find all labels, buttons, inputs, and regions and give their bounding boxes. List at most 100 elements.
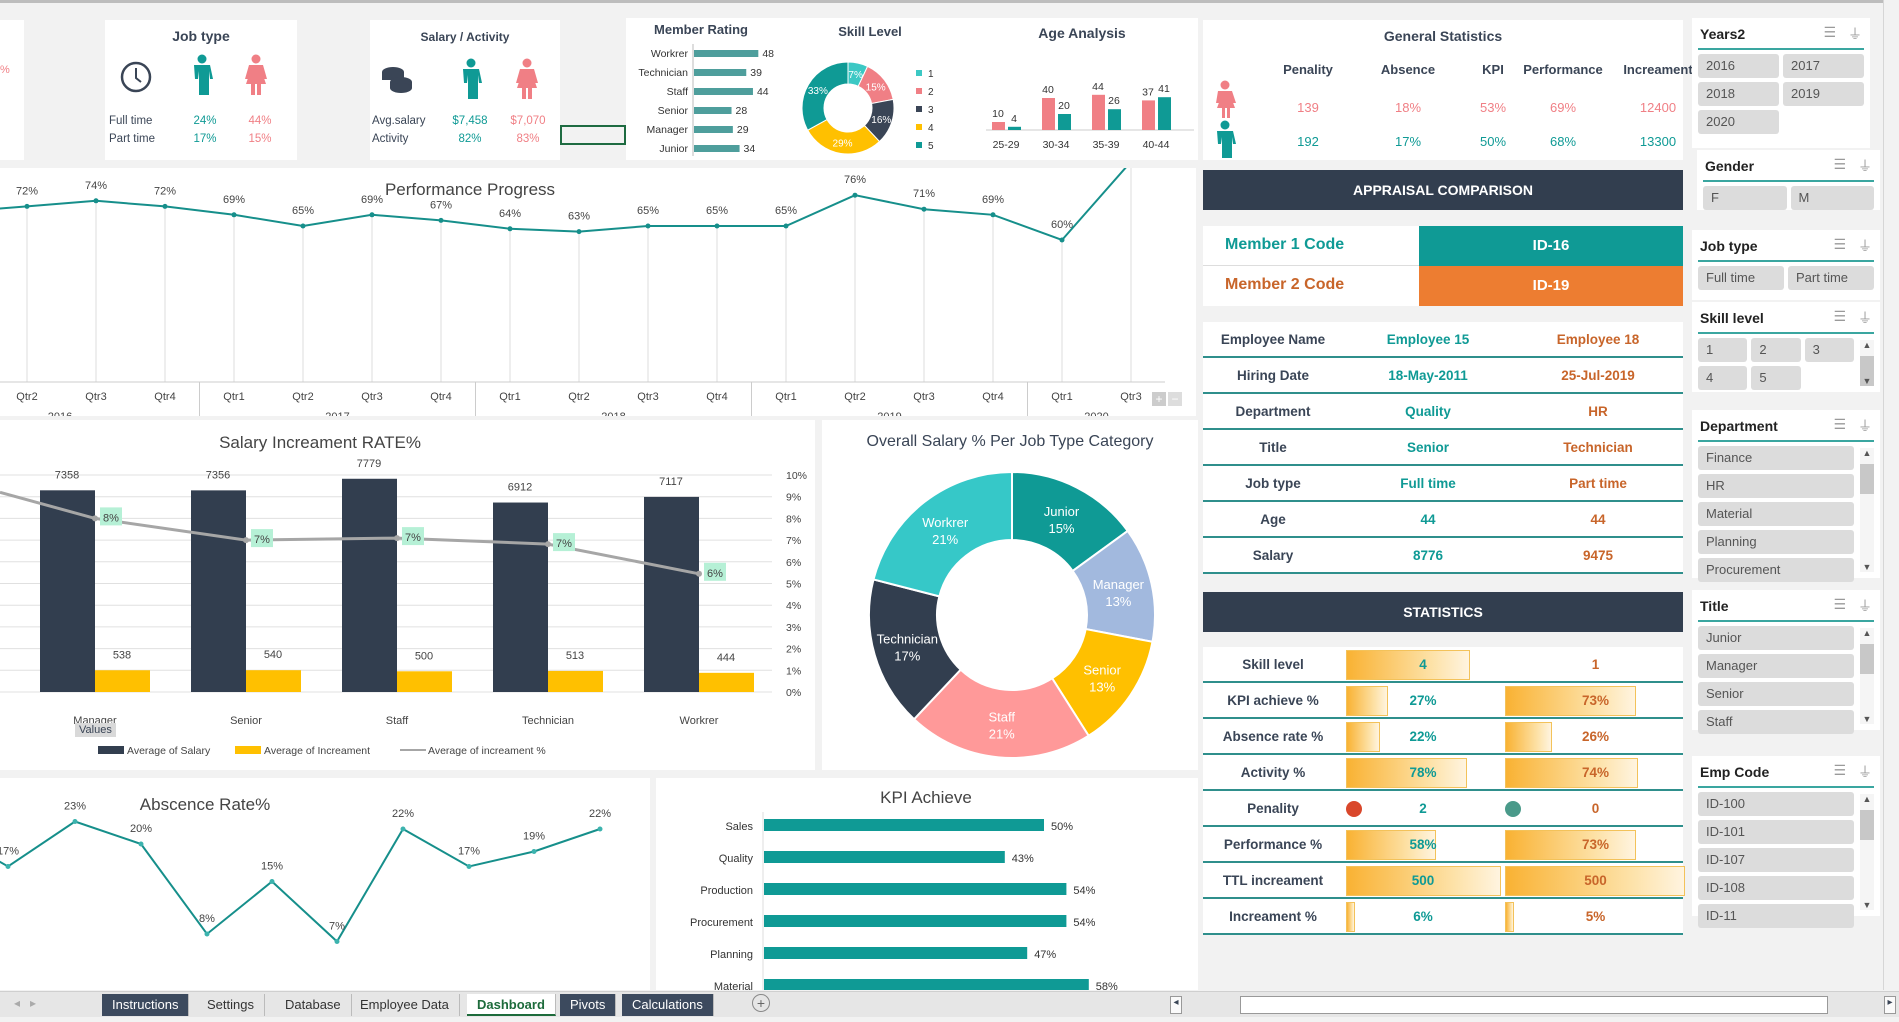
add-sheet-icon[interactable]: + — [752, 994, 770, 1012]
slicer-scrollbar[interactable]: ▲ ▼ — [1860, 448, 1874, 572]
member1-value: 58% — [1409, 837, 1437, 852]
tick-label: Qtr3 — [1120, 391, 1141, 403]
sheet-tab-employee-data[interactable]: Employee Data — [350, 994, 460, 1016]
sheet-tab-settings[interactable]: Settings — [197, 994, 265, 1016]
slicer-item[interactable]: Junior — [1698, 626, 1854, 650]
slicer-item[interactable]: Planning — [1698, 530, 1854, 554]
multi-select-icon[interactable]: ☰ — [1833, 236, 1846, 256]
scroll-up-icon[interactable]: ▲ — [1860, 340, 1874, 350]
slicer-scrollbar[interactable]: ▲ ▼ — [1860, 628, 1874, 724]
kpi-achieve-chart: KPI Achieve Sales 50% Quality 43% Production 5… — [690, 788, 1118, 993]
data-label: 10 — [992, 108, 1004, 120]
scroll-up-icon[interactable]: ▲ — [1860, 794, 1874, 804]
scroll-down-icon[interactable]: ▼ — [1860, 714, 1874, 724]
sheet-tab-database[interactable]: Database — [275, 994, 352, 1016]
row-label: KPI achieve % — [1227, 693, 1319, 708]
slicer-item[interactable]: 5 — [1751, 366, 1801, 390]
multi-select-icon[interactable]: ☰ — [1833, 762, 1846, 782]
slicer-title: Skill level — [1700, 310, 1764, 326]
data-label: 538 — [113, 649, 131, 661]
member2-code-input[interactable]: ID-19 — [1419, 266, 1683, 306]
clear-filter-icon[interactable]: ⏚ — [1858, 762, 1872, 782]
slicer-scrollbar[interactable]: ▲ ▼ — [1860, 794, 1874, 910]
scroll-down-icon[interactable]: ▼ — [1860, 376, 1874, 386]
scroll-up-icon[interactable]: ▲ — [1860, 628, 1874, 638]
slicer-scrollbar[interactable]: ▲ ▼ — [1860, 340, 1874, 386]
slicer-item[interactable]: 2016 — [1698, 54, 1779, 78]
slicer-item[interactable]: 2019 — [1783, 82, 1864, 106]
slicer-item[interactable]: ID-100 — [1698, 792, 1854, 816]
slicer-item[interactable]: ID-107 — [1698, 848, 1854, 872]
slicer-item[interactable]: Procurement — [1698, 558, 1854, 582]
legend-label: 4 — [928, 123, 934, 134]
statistics-row: Activity % 78% 74% — [1203, 755, 1683, 791]
scroll-thumb[interactable] — [1860, 810, 1874, 840]
slicer-item[interactable]: HR — [1698, 474, 1854, 498]
scroll-thumb[interactable] — [1860, 644, 1874, 674]
slicer-item[interactable]: 3 — [1804, 338, 1854, 362]
values-filter-button[interactable]: Values — [75, 723, 116, 737]
slicer-item[interactable]: 2018 — [1698, 82, 1779, 106]
clear-filter-icon[interactable]: ⏚ — [1848, 24, 1862, 44]
slicer-item[interactable]: Part time — [1788, 266, 1874, 290]
horizontal-scrollbar[interactable] — [1240, 996, 1828, 1014]
sheet-tab-pivots[interactable]: Pivots — [560, 994, 617, 1016]
scroll-down-icon[interactable]: ▼ — [1860, 900, 1874, 910]
clear-filter-icon[interactable]: ⏚ — [1858, 236, 1872, 256]
member1-code-input[interactable]: ID-16 — [1419, 226, 1683, 266]
tick-label: Qtr1 — [499, 391, 520, 403]
sheet-tab-instructions[interactable]: Instructions — [102, 994, 190, 1016]
group-label: 2016 — [48, 411, 72, 416]
slicer-item[interactable]: 4 — [1698, 366, 1748, 390]
prev-sheet-arrow-icon[interactable]: ◂ — [14, 996, 20, 1010]
multi-select-icon[interactable]: ☰ — [1823, 24, 1836, 44]
slicer-item[interactable]: ID-108 — [1698, 876, 1854, 900]
clear-filter-icon[interactable]: ⏚ — [1858, 596, 1872, 616]
clear-filter-icon[interactable]: ⏚ — [1858, 416, 1872, 436]
slicer-item[interactable]: ID-101 — [1698, 820, 1854, 844]
scroll-left-arrow-icon[interactable]: ◂ — [1170, 996, 1182, 1014]
slicer-item[interactable]: Manager — [1698, 654, 1854, 678]
legend-label: 5 — [928, 141, 934, 152]
slicer-item[interactable]: Full time — [1698, 266, 1784, 290]
slicer-item[interactable]: ID-11 — [1698, 904, 1854, 928]
clear-filter-icon[interactable]: ⏚ — [1858, 156, 1872, 176]
selected-cell[interactable] — [560, 125, 626, 145]
scroll-down-icon[interactable]: ▼ — [1860, 562, 1874, 572]
scroll-thumb[interactable] — [1860, 464, 1874, 494]
scroll-right-arrow-icon[interactable]: ▸ — [1884, 996, 1896, 1014]
multi-select-icon[interactable]: ☰ — [1833, 156, 1846, 176]
y2-tick-label: 6% — [786, 557, 801, 569]
next-sheet-arrow-icon[interactable]: ▸ — [30, 996, 36, 1010]
slicer-item[interactable]: 2020 — [1698, 110, 1779, 134]
slicer-item[interactable]: 1 — [1698, 338, 1748, 362]
legend-swatch — [916, 106, 922, 112]
slicer-item[interactable]: M — [1790, 186, 1874, 210]
category-label: Procurement — [690, 917, 753, 929]
multi-select-icon[interactable]: ☰ — [1833, 596, 1846, 616]
slicer-item[interactable]: Finance — [1698, 446, 1854, 470]
slicer-item[interactable]: Staff — [1698, 710, 1854, 734]
data-label: 58% — [1096, 981, 1118, 990]
collapse-field-button[interactable]: − — [1168, 392, 1182, 406]
slicer-item[interactable]: 2017 — [1783, 54, 1864, 78]
member2-value: 74% — [1581, 765, 1610, 780]
clear-filter-icon[interactable]: ⏚ — [1858, 308, 1872, 328]
sheet-tab-calculations[interactable]: Calculations — [622, 994, 714, 1016]
data-label: 69% — [223, 194, 245, 206]
member2-value: 9475 — [1582, 548, 1614, 563]
expand-field-button[interactable]: + — [1152, 392, 1166, 406]
multi-select-icon[interactable]: ☰ — [1833, 416, 1846, 436]
vertical-scrollbar[interactable] — [1883, 0, 1899, 990]
slicer-item[interactable]: Material — [1698, 502, 1854, 526]
slicer-item[interactable]: F — [1703, 186, 1787, 210]
category-label: Manager — [647, 124, 689, 136]
column-header: Penality — [1283, 62, 1333, 77]
sheet-tab-dashboard[interactable]: Dashboard — [467, 994, 556, 1016]
slicer-item[interactable]: 2 — [1751, 338, 1801, 362]
data-label: 8% — [103, 512, 119, 524]
data-label: 7% — [329, 921, 345, 933]
slicer-item[interactable]: Senior — [1698, 682, 1854, 706]
scroll-up-icon[interactable]: ▲ — [1860, 448, 1874, 458]
multi-select-icon[interactable]: ☰ — [1833, 308, 1846, 328]
